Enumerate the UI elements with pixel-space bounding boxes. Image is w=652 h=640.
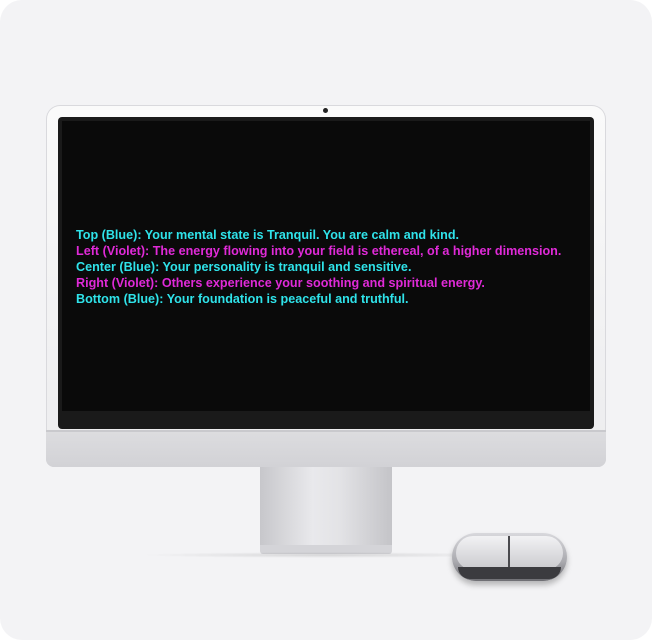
line-bottom: Bottom (Blue): Your foundation is peacef… <box>76 292 409 306</box>
line-center: Center (Blue): Your personality is tranq… <box>76 260 412 274</box>
screen-bezel: Top (Blue): Your mental state is Tranqui… <box>58 117 594 429</box>
monitor-chin <box>46 432 606 467</box>
reading-text: Top (Blue): Your mental state is Tranqui… <box>76 227 588 307</box>
monitor: Top (Blue): Your mental state is Tranqui… <box>46 105 606 467</box>
monitor-stand <box>260 467 392 545</box>
screen: Top (Blue): Your mental state is Tranqui… <box>62 121 590 411</box>
mouse-icon <box>452 533 567 581</box>
camera-icon <box>323 108 328 113</box>
background-card: Top (Blue): Your mental state is Tranqui… <box>0 0 652 640</box>
line-left: Left (Violet): The energy flowing into y… <box>76 244 562 258</box>
line-top: Top (Blue): Your mental state is Tranqui… <box>76 228 460 242</box>
line-right: Right (Violet): Others experience your s… <box>76 276 485 290</box>
mouse-base <box>458 567 561 579</box>
